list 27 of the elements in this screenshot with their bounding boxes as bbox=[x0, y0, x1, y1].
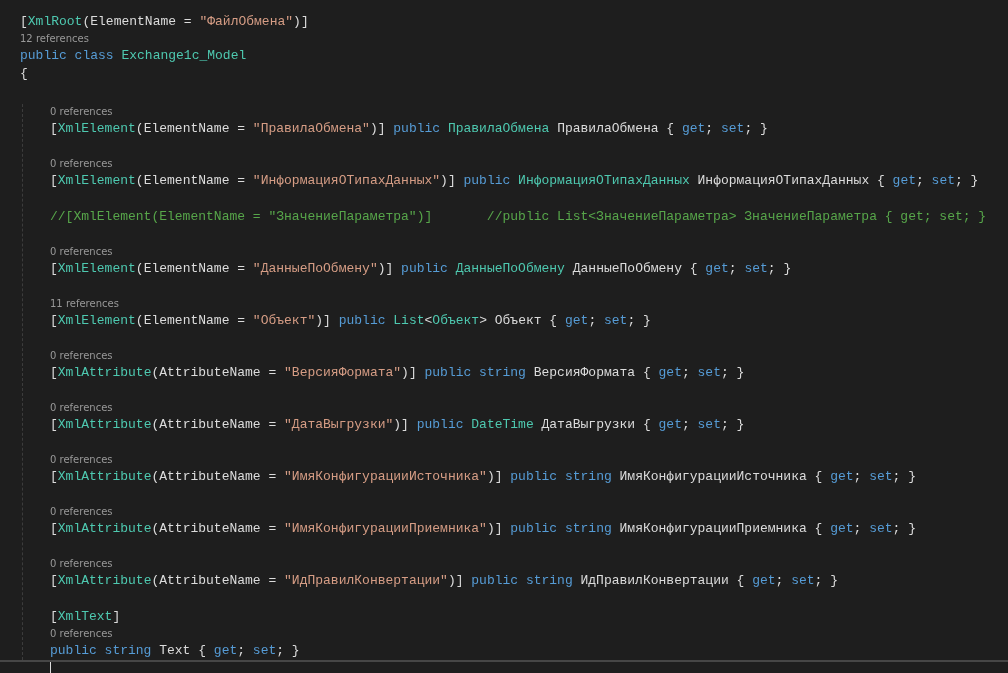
reference-count[interactable]: 0 references bbox=[50, 156, 113, 172]
code-line: [XmlElement(ElementName = "ДанныеПоОбмену")] public ДанныеПоОбмену ДанныеПоОбмену { get; set; } bbox=[50, 260, 792, 278]
code-line: { bbox=[20, 65, 28, 83]
reference-count[interactable]: 0 references bbox=[50, 104, 113, 120]
reference-count[interactable]: 0 references bbox=[50, 504, 113, 520]
reference-count[interactable]: 0 references bbox=[50, 348, 113, 364]
text-cursor bbox=[50, 662, 51, 673]
code-line: [XmlElement(ElementName = "ИнформацияОТипахДанных")] public ИнформацияОТипахДанных ИнформацияОТипахДанных { get; set; } bbox=[50, 172, 979, 190]
code-line: //[XmlElement(ElementName = "ЗначениеПараметра")] //public List<ЗначениеПараметра> ЗначениеПараметра { get; set; } bbox=[50, 208, 987, 226]
code-line: [XmlRoot(ElementName = "ФайлОбмена")] bbox=[20, 13, 309, 31]
code-line: [XmlAttribute(AttributeName = "ДатаВыгрузки")] public DateTime ДатаВыгрузки { get; set; } bbox=[50, 416, 745, 434]
code-line: [XmlAttribute(AttributeName = "ИдПравилКонвертации")] public string ИдПравилКонвертации { get; set; } bbox=[50, 572, 838, 590]
reference-count[interactable]: 0 references bbox=[50, 400, 113, 416]
code-line: [XmlAttribute(AttributeName = "ИмяКонфигурацииИсточника")] public string ИмяКонфигурацииИсточника { get; set; } bbox=[50, 468, 916, 486]
code-line: [XmlElement(ElementName = "ПравилаОбмена")] public ПравилаОбмена ПравилаОбмена { get; set; } bbox=[50, 120, 768, 138]
reference-count[interactable]: 12 references bbox=[20, 31, 89, 47]
code-line: [XmlAttribute(AttributeName = "ИмяКонфигурацииПриемника")] public string ИмяКонфигурацииПриемника { get; set; } bbox=[50, 520, 916, 538]
code-line: public string Text { get; set; } bbox=[50, 642, 300, 660]
code-line: public class Exchange1c_Model bbox=[20, 47, 247, 65]
reference-count[interactable]: 0 references bbox=[50, 556, 113, 572]
code-line: [XmlText] bbox=[50, 608, 121, 626]
code-line: [XmlElement(ElementName = "Объект")] public List<Объект> Объект { get; set; } bbox=[50, 312, 651, 330]
reference-count[interactable]: 0 references bbox=[50, 626, 113, 642]
reference-count[interactable]: 0 references bbox=[50, 452, 113, 468]
reference-count[interactable]: 11 references bbox=[50, 296, 119, 312]
code-line: [XmlAttribute(AttributeName = "ВерсияФормата")] public string ВерсияФормата { get; set; } bbox=[50, 364, 745, 382]
reference-count[interactable]: 0 references bbox=[50, 244, 113, 260]
